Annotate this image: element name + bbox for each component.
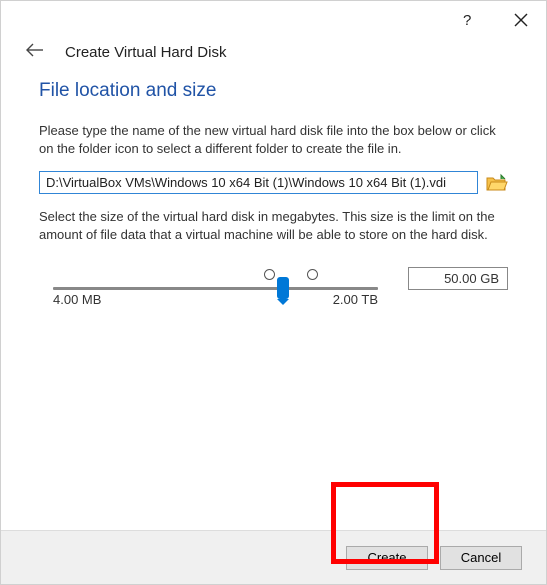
wizard-header: Create Virtual Hard Disk	[1, 39, 546, 80]
close-icon[interactable]	[510, 9, 532, 31]
slider-thumb[interactable]	[277, 277, 289, 299]
location-description: Please type the name of the new virtual …	[39, 122, 508, 157]
slider-min-label: 4.00 MB	[53, 292, 101, 307]
content-area: File location and size Please type the n…	[1, 80, 546, 307]
wizard-title: Create Virtual Hard Disk	[65, 44, 226, 61]
create-button[interactable]: Create	[346, 546, 428, 570]
section-heading: File location and size	[39, 80, 508, 102]
slider-track	[53, 287, 378, 290]
back-arrow-icon[interactable]	[25, 43, 45, 62]
path-row	[39, 171, 508, 194]
file-path-input[interactable]	[39, 171, 478, 194]
svg-text:?: ?	[463, 12, 471, 28]
folder-icon[interactable]	[486, 173, 508, 193]
cancel-button[interactable]: Cancel	[440, 546, 522, 570]
size-slider[interactable]: 4.00 MB 2.00 TB	[39, 257, 392, 307]
help-icon[interactable]: ?	[456, 9, 478, 31]
size-description: Select the size of the virtual hard disk…	[39, 208, 508, 243]
titlebar: ?	[1, 1, 546, 39]
size-slider-row: 4.00 MB 2.00 TB 50.00 GB	[39, 257, 508, 307]
button-bar: Create Cancel	[1, 530, 546, 584]
slider-labels: 4.00 MB 2.00 TB	[53, 292, 378, 307]
slider-max-label: 2.00 TB	[333, 292, 378, 307]
size-value-field[interactable]: 50.00 GB	[408, 267, 508, 290]
slider-marker-icon	[264, 269, 275, 280]
slider-marker-icon	[307, 269, 318, 280]
